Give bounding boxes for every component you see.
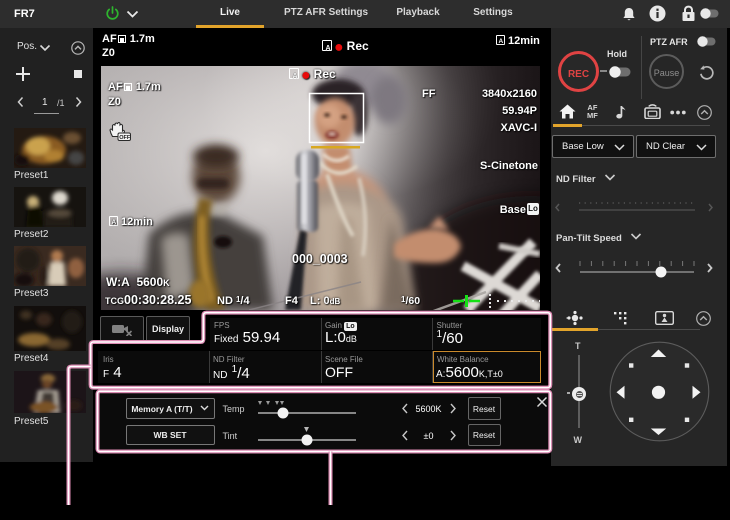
svg-text:OFF: OFF: [119, 135, 131, 141]
